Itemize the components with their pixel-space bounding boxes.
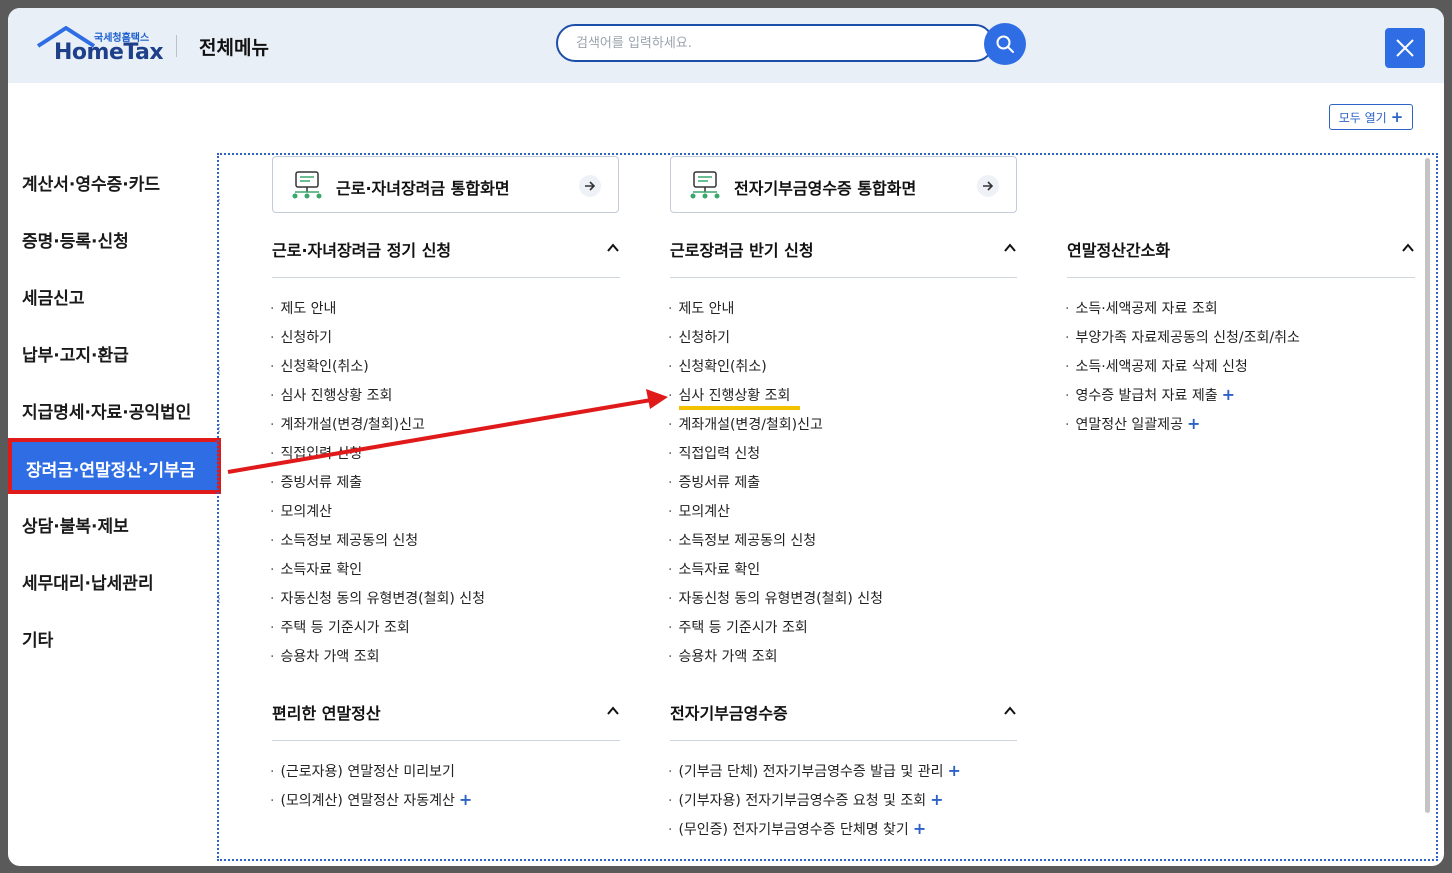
sidebar-item-agent[interactable]: 세무대리·납세관리 — [22, 569, 154, 594]
menu-link-label: (무인증) 전자기부금영수증 단체명 찾기 — [678, 822, 909, 838]
menu-link-label: (기부금 단체) 전자기부금영수증 발급 및 관리 — [678, 764, 944, 780]
menu-link[interactable]: 제도 안내 — [270, 298, 336, 318]
arrow-right-icon — [977, 175, 999, 197]
highlight-underline — [679, 406, 800, 410]
sidebar-item-invoice[interactable]: 계산서·영수증·카드 — [22, 170, 160, 195]
menu-link[interactable]: 소득·세액공제 자료 조회 — [1065, 298, 1217, 318]
menu-link[interactable]: 주택 등 기준시가 조회 — [270, 617, 409, 637]
menu-link[interactable]: 신청확인(취소) — [270, 356, 368, 376]
section-divider — [670, 277, 1017, 278]
chevron-up-icon[interactable] — [606, 243, 620, 253]
menu-link[interactable]: 연말정산 일괄제공+ — [1065, 414, 1200, 434]
menu-link[interactable]: 제도 안내 — [668, 298, 734, 318]
menu-link-label: 연말정산 일괄제공 — [1075, 417, 1183, 433]
plus-icon: + — [1390, 107, 1404, 126]
hometax-logo[interactable]: 국세청홈택스 HomeTax — [36, 26, 164, 66]
menu-link[interactable]: 소득자료 확인 — [270, 559, 362, 579]
sidebar-item-label: 장려금·연말정산·기부금 — [26, 461, 196, 481]
menu-link[interactable]: 자동신청 동의 유형변경(철회) 신청 — [668, 588, 883, 608]
menu-link[interactable]: 승용차 가액 조회 — [270, 646, 379, 666]
menu-link[interactable]: (모의계산) 연말정산 자동계산+ — [270, 790, 472, 810]
menu-link[interactable]: (근로자용) 연말정산 미리보기 — [270, 761, 454, 781]
sidebar-item-tax-return[interactable]: 세금신고 — [22, 284, 85, 309]
close-icon — [1396, 39, 1414, 57]
sidebar-item-consultation[interactable]: 상담·불복·제보 — [22, 512, 129, 537]
menu-link-label: (모의계산) 연말정산 자동계산 — [280, 793, 455, 809]
section-title-incentive-regular[interactable]: 근로·자녀장려금 정기 신청 — [272, 237, 451, 261]
section-divider — [1067, 277, 1415, 278]
full-menu-modal: 국세청홈택스 HomeTax 전체메뉴 모두 열기 + 계산서·영수증· — [8, 8, 1444, 866]
chevron-up-icon[interactable] — [606, 706, 620, 716]
search-input[interactable] — [556, 24, 994, 62]
donation-dashboard-card[interactable]: 전자기부금영수증 통합화면 — [670, 156, 1017, 213]
menu-link[interactable]: 모의계산 — [270, 501, 332, 521]
menu-link[interactable]: 계좌개설(변경/철회)신고 — [668, 414, 822, 434]
sidebar-item-etc[interactable]: 기타 — [22, 626, 53, 651]
chevron-up-icon[interactable] — [1003, 706, 1017, 716]
sidebar-item-certificate[interactable]: 증명·등록·신청 — [22, 227, 129, 252]
close-button[interactable] — [1385, 28, 1425, 68]
chevron-up-icon[interactable] — [1401, 243, 1415, 253]
menu-link[interactable]: 증빙서류 제출 — [668, 472, 760, 492]
menu-link[interactable]: 직접입력 신청 — [270, 443, 362, 463]
menu-link-label: (기부자용) 전자기부금영수증 요청 및 조회 — [678, 793, 927, 809]
card-label: 근로·자녀장려금 통합화면 — [336, 179, 510, 198]
menu-link-label: 영수증 발급처 자료 제출 — [1075, 388, 1218, 404]
search-button[interactable] — [984, 23, 1026, 65]
plus-icon[interactable]: + — [947, 761, 960, 780]
search-icon — [996, 35, 1014, 53]
logo-wordmark: HomeTax — [54, 40, 164, 65]
menu-link[interactable]: 신청하기 — [270, 327, 332, 347]
menu-link[interactable]: 소득정보 제공동의 신청 — [270, 530, 418, 550]
menu-link[interactable]: 직접입력 신청 — [668, 443, 760, 463]
plus-icon[interactable]: + — [913, 819, 926, 838]
menu-link[interactable]: 심사 진행상황 조회 — [270, 385, 392, 405]
expand-all-button[interactable]: 모두 열기 + — [1329, 104, 1413, 130]
menu-link[interactable]: 증빙서류 제출 — [270, 472, 362, 492]
menu-link[interactable]: 주택 등 기준시가 조회 — [668, 617, 807, 637]
menu-link[interactable]: 영수증 발급처 자료 제출+ — [1065, 385, 1235, 405]
menu-link-review-status[interactable]: 심사 진행상황 조회 — [668, 385, 790, 405]
menu-link[interactable]: (기부자용) 전자기부금영수증 요청 및 조회+ — [668, 790, 943, 810]
arrow-right-icon — [579, 175, 601, 197]
scrollbar[interactable] — [1425, 158, 1430, 813]
plus-icon[interactable]: + — [930, 790, 943, 809]
section-title-convenient-year-end[interactable]: 편리한 연말정산 — [272, 700, 381, 724]
menu-link[interactable]: 승용차 가액 조회 — [668, 646, 777, 666]
menu-link[interactable]: 자동신청 동의 유형변경(철회) 신청 — [270, 588, 485, 608]
chevron-up-icon[interactable] — [1003, 243, 1017, 253]
modal-header: 국세청홈택스 HomeTax 전체메뉴 — [8, 8, 1444, 83]
menu-link[interactable]: 신청하기 — [668, 327, 730, 347]
menu-link[interactable]: 소득정보 제공동의 신청 — [668, 530, 816, 550]
section-title-year-end-simplified[interactable]: 연말정산간소화 — [1067, 237, 1170, 261]
section-divider — [272, 277, 620, 278]
section-title-incentive-semiannual[interactable]: 근로장려금 반기 신청 — [670, 237, 814, 261]
header-divider — [176, 35, 177, 57]
page-title: 전체메뉴 — [199, 37, 269, 59]
sidebar-item-payment[interactable]: 납부·고지·환급 — [22, 341, 129, 366]
menu-link[interactable]: 모의계산 — [668, 501, 730, 521]
menu-link[interactable]: 계좌개설(변경/철회)신고 — [270, 414, 424, 434]
network-monitor-icon — [690, 171, 720, 199]
section-divider — [670, 740, 1017, 741]
network-monitor-icon — [292, 171, 322, 199]
menu-link[interactable]: (기부금 단체) 전자기부금영수증 발급 및 관리+ — [668, 761, 960, 781]
incentive-dashboard-card[interactable]: 근로·자녀장려금 통합화면 — [272, 156, 619, 213]
menu-link[interactable]: 부양가족 자료제공동의 신청/조회/취소 — [1065, 327, 1299, 347]
sidebar-item-statement[interactable]: 지급명세·자료·공익법인 — [22, 398, 191, 423]
plus-icon[interactable]: + — [1222, 385, 1235, 404]
sidebar-item-incentive[interactable]: 장려금·연말정산·기부금 — [8, 438, 221, 494]
section-divider — [272, 740, 620, 741]
menu-link[interactable]: 소득자료 확인 — [668, 559, 760, 579]
expand-all-label: 모두 열기 — [1338, 110, 1387, 125]
menu-link[interactable]: 소득·세액공제 자료 삭제 신청 — [1065, 356, 1247, 376]
card-label: 전자기부금영수증 통합화면 — [734, 179, 917, 198]
menu-link[interactable]: (무인증) 전자기부금영수증 단체명 찾기+ — [668, 819, 926, 839]
search-bar — [556, 23, 1026, 68]
plus-icon[interactable]: + — [1187, 414, 1200, 433]
menu-link[interactable]: 신청확인(취소) — [668, 356, 766, 376]
section-title-e-donation-receipt[interactable]: 전자기부금영수증 — [670, 700, 788, 724]
plus-icon[interactable]: + — [459, 790, 472, 809]
